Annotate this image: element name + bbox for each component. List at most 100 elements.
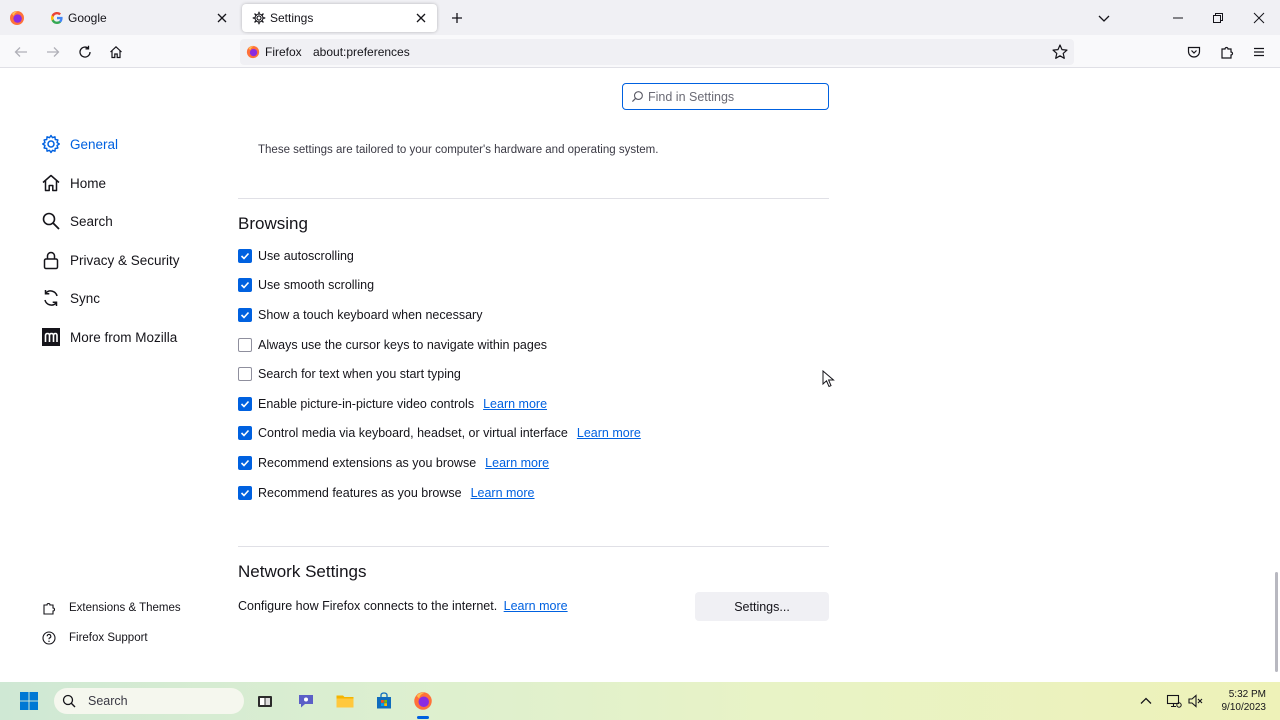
url-text[interactable]: about:preferences — [313, 45, 410, 59]
option-picture-in-picture[interactable]: Enable picture-in-picture video controls… — [238, 395, 547, 413]
checkbox-checked[interactable] — [238, 308, 252, 322]
plus-icon — [452, 13, 462, 23]
checkbox-unchecked[interactable] — [238, 338, 252, 352]
settings-search-box[interactable] — [622, 83, 829, 110]
learn-more-link[interactable]: Learn more — [504, 599, 568, 613]
task-view-icon — [258, 696, 272, 707]
footer-label: Firefox Support — [69, 632, 148, 644]
minimize-button[interactable] — [1169, 9, 1187, 27]
checkmark-icon — [240, 489, 250, 497]
windows-logo-icon — [20, 692, 38, 710]
learn-more-link[interactable]: Learn more — [483, 397, 547, 411]
firefox-view-button[interactable] — [6, 7, 28, 29]
checkmark-icon — [240, 281, 250, 289]
option-recommend-extensions[interactable]: Recommend extensions as you browse Learn… — [238, 454, 549, 472]
option-label: Show a touch keyboard when necessary — [258, 308, 483, 322]
footer-label: Extensions & Themes — [69, 602, 181, 614]
firefox-support-link[interactable]: Firefox Support — [42, 629, 148, 647]
category-general[interactable]: General — [40, 131, 118, 157]
tab-google[interactable]: Google — [40, 4, 238, 32]
option-label: Use autoscrolling — [258, 249, 354, 263]
checkbox-checked[interactable] — [238, 278, 252, 292]
checkbox-checked[interactable] — [238, 397, 252, 411]
category-privacy[interactable]: Privacy & Security — [40, 247, 180, 273]
start-button[interactable] — [19, 691, 39, 711]
reload-button[interactable] — [76, 43, 94, 61]
option-label: Enable picture-in-picture video controls — [258, 397, 475, 411]
firefox-logo-icon — [10, 11, 24, 25]
identity-box[interactable]: Firefox — [244, 43, 302, 61]
close-tab-icon[interactable] — [214, 10, 230, 26]
category-home[interactable]: Home — [40, 170, 106, 196]
network-icon — [1166, 694, 1182, 708]
volume-tray-button[interactable] — [1185, 691, 1205, 711]
tab-settings[interactable]: Settings — [242, 4, 437, 32]
option-label: Recommend features as you browse — [258, 486, 462, 500]
option-smooth-scrolling[interactable]: Use smooth scrolling — [238, 276, 374, 294]
option-recommend-features[interactable]: Recommend features as you browse Learn m… — [238, 484, 535, 502]
learn-more-link[interactable]: Learn more — [471, 486, 535, 500]
list-all-tabs-button[interactable] — [1096, 10, 1112, 26]
restore-button[interactable] — [1209, 9, 1227, 27]
minimize-icon — [1173, 17, 1183, 19]
reload-icon — [79, 45, 91, 58]
close-tab-icon[interactable] — [413, 10, 429, 26]
hamburger-menu-icon — [1254, 47, 1264, 57]
option-touch-keyboard[interactable]: Show a touch keyboard when necessary — [238, 306, 482, 324]
forward-button[interactable] — [44, 43, 62, 61]
back-button[interactable] — [12, 43, 30, 61]
checkbox-checked[interactable] — [238, 486, 252, 500]
category-label: Sync — [70, 290, 101, 306]
firefox-logo-icon — [414, 692, 432, 710]
taskbar-clock[interactable]: 5:32 PM 9/10/2023 — [1222, 688, 1267, 714]
help-icon — [42, 631, 56, 645]
identity-label: Firefox — [265, 45, 302, 59]
option-autoscrolling[interactable]: Use autoscrolling — [238, 247, 354, 265]
learn-more-link[interactable]: Learn more — [577, 426, 641, 440]
volume-muted-icon — [1188, 694, 1203, 708]
network-settings-button[interactable]: Settings... — [695, 592, 829, 621]
checkbox-checked[interactable] — [238, 249, 252, 263]
search-icon — [62, 694, 76, 708]
checkbox-checked[interactable] — [238, 426, 252, 440]
close-icon — [1253, 12, 1265, 24]
app-menu-button[interactable] — [1250, 43, 1268, 61]
new-tab-button[interactable] — [448, 9, 466, 27]
active-app-indicator — [417, 716, 429, 719]
microsoft-store-button[interactable] — [374, 691, 394, 711]
checkmark-icon — [240, 400, 250, 408]
tab-title: Settings — [270, 11, 314, 25]
home-button[interactable] — [107, 43, 125, 61]
firefox-taskbar-button[interactable] — [413, 691, 433, 711]
learn-more-link[interactable]: Learn more — [485, 456, 549, 470]
checkbox-unchecked[interactable] — [238, 367, 252, 381]
taskbar-search[interactable]: Search — [54, 688, 244, 714]
option-media-control[interactable]: Control media via keyboard, headset, or … — [238, 424, 641, 442]
settings-search-input[interactable] — [648, 87, 823, 106]
pocket-button[interactable] — [1185, 43, 1203, 61]
show-hidden-icons-button[interactable] — [1136, 691, 1156, 711]
extensions-button[interactable] — [1218, 43, 1236, 61]
scrollbar-thumb[interactable] — [1275, 572, 1278, 672]
url-bar[interactable]: Firefox about:preferences — [240, 39, 1074, 65]
taskbar-search-label: Search — [88, 694, 128, 708]
option-label: Search for text when you start typing — [258, 367, 461, 381]
window-close-button[interactable] — [1250, 9, 1268, 27]
category-sync[interactable]: Sync — [40, 285, 100, 311]
star-icon[interactable] — [1051, 43, 1069, 61]
tab-title: Google — [68, 11, 107, 25]
teams-chat-button[interactable] — [296, 691, 316, 711]
option-cursor-keys[interactable]: Always use the cursor keys to navigate w… — [238, 336, 547, 354]
category-search[interactable]: Search — [40, 208, 113, 234]
file-explorer-button[interactable] — [335, 691, 355, 711]
option-search-typing[interactable]: Search for text when you start typing — [238, 365, 461, 383]
category-more-from-mozilla[interactable]: More from Mozilla — [40, 324, 177, 350]
pocket-icon — [1187, 46, 1201, 58]
restore-icon — [1213, 13, 1223, 23]
extensions-themes-link[interactable]: Extensions & Themes — [42, 599, 181, 617]
gear-icon — [40, 133, 62, 155]
network-tray-button[interactable] — [1164, 691, 1184, 711]
performance-note: These settings are tailored to your comp… — [258, 144, 659, 156]
checkbox-checked[interactable] — [238, 456, 252, 470]
task-view-button[interactable] — [255, 691, 275, 711]
